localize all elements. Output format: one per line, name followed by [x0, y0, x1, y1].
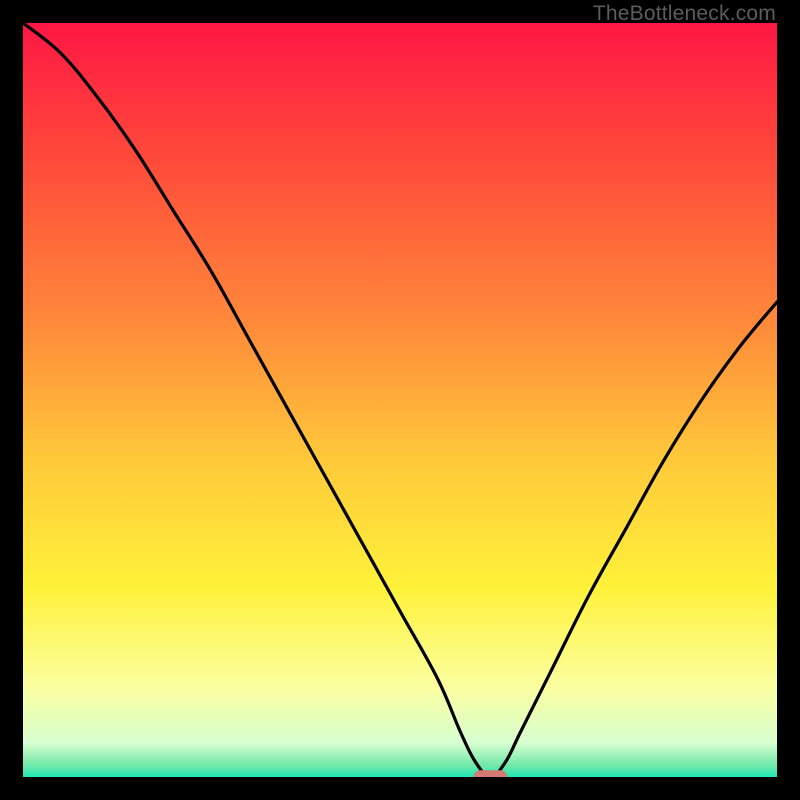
chart-frame [23, 23, 777, 777]
chart-svg [23, 23, 777, 777]
optimum-marker [474, 770, 508, 777]
gradient-background [23, 23, 777, 777]
watermark-text: TheBottleneck.com [593, 2, 776, 26]
